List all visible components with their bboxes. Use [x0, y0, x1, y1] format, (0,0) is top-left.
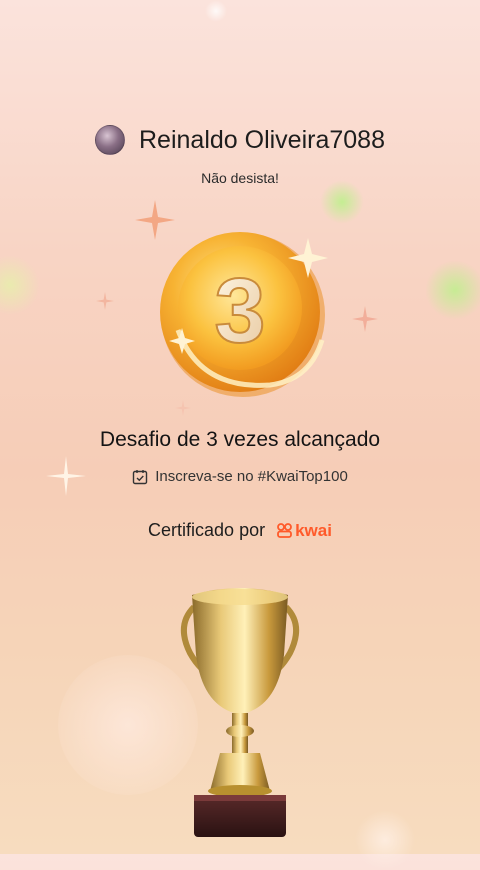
achievement-title: Desafio de 3 vezes alcançado	[99, 428, 381, 451]
certification: Certificado por kwai	[0, 520, 480, 541]
avatar[interactable]	[95, 125, 125, 155]
kwai-logo-icon	[277, 523, 292, 538]
kwai-brand-name: kwai	[295, 520, 332, 540]
sparkle-icon	[96, 292, 114, 310]
certified-by-label: Certificado por	[148, 520, 266, 540]
bokeh-light	[320, 180, 364, 224]
medal-number: 3	[214, 260, 265, 362]
bokeh-light	[0, 255, 40, 315]
user-header: Reinaldo Oliveira7088	[0, 125, 480, 155]
bokeh-light	[205, 0, 227, 22]
calendar-check-icon	[132, 469, 148, 484]
bokeh-light	[425, 260, 480, 320]
trophy-icon	[180, 585, 300, 854]
sparkle-icon	[352, 306, 378, 332]
tagline: Não desista!	[201, 170, 279, 186]
subscribe-link[interactable]: Inscreva-se no #KwaiTop100	[0, 468, 480, 485]
kwai-logo: kwai	[277, 521, 332, 541]
subscribe-text: Inscreva-se no #KwaiTop100	[155, 468, 348, 485]
bokeh-light	[355, 810, 415, 870]
bokeh-light	[58, 655, 198, 795]
medal-icon: 3	[140, 220, 340, 410]
username: Reinaldo Oliveira7088	[139, 125, 385, 154]
